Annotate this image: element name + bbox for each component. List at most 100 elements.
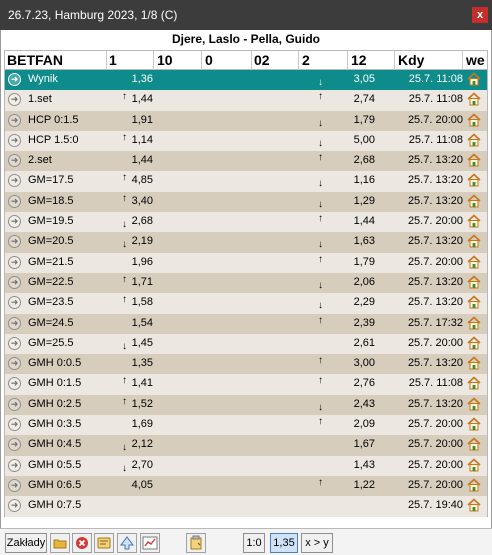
odds-1[interactable]: 2,68 [115,215,153,227]
odds-1[interactable]: 4,05 [115,479,153,491]
home-button[interactable] [467,295,481,309]
table-row[interactable]: ➜ GMH 0:0.5 1,35 ↑ 3,00 25.7. 13:20 [5,354,487,375]
circle-arrow-right-icon[interactable]: ➜ [8,478,21,492]
home-button[interactable] [467,255,481,269]
odds-2[interactable]: 1,43 [315,459,375,471]
circle-arrow-right-icon[interactable]: ➜ [8,499,21,513]
odds-2[interactable]: 2,06 [315,276,375,288]
odds-2[interactable]: 2,68 [315,154,375,166]
odds-1[interactable]: 1,58 [115,296,153,308]
circle-arrow-right-icon[interactable]: ➜ [8,154,21,168]
odds-1[interactable]: 1,91 [115,114,153,126]
table-row[interactable]: ➜ GMH 0:7.5 25.7. 19:40 [5,496,487,517]
home-button[interactable] [467,458,481,472]
table-row[interactable]: ➜ GM=20.5 ↓ 2,19 ↓ 1,63 25.7. 13:20 [5,232,487,253]
odds-1[interactable]: 1,45 [115,337,153,349]
odds-2[interactable]: 1,16 [315,174,375,186]
table-row[interactable]: ➜ HCP 0:1.5 1,91 ↓ 1,79 25.7. 20:00 [5,110,487,131]
odds-2[interactable]: 1,79 [315,256,375,268]
odds-1[interactable]: 1,36 [115,73,153,85]
move-up-button[interactable] [117,533,137,553]
table-row[interactable]: ➜ GMH 0:1.5 ↑ 1,41 ↑ 2,76 25.7. 11:08 [5,374,487,395]
table-row[interactable]: ➜ HCP 1.5:0 ↑ 1,14 ↓ 5,00 25.7. 11:08 [5,130,487,152]
odds-2[interactable]: 2,61 [315,337,375,349]
table-row[interactable]: ➜ GM=18.5 ↑ 3,40 ↓ 1,29 25.7. 13:20 [5,191,487,213]
odds-2[interactable]: 1,79 [315,114,375,126]
header-0[interactable]: 0 [205,52,213,69]
home-button[interactable] [467,153,481,167]
circle-arrow-right-icon[interactable]: ➜ [8,458,21,472]
table-row[interactable]: ➜ GM=21.5 1,96 ↑ 1,79 25.7. 20:00 [5,252,487,273]
table-row[interactable]: ➜ GM=25.5 ↓ 1,45 2,61 25.7. 20:00 [5,333,487,355]
close-button[interactable]: x [472,7,488,23]
odds-2[interactable]: 3,05 [315,73,375,85]
odds-1[interactable]: 1,52 [115,398,153,410]
home-button[interactable] [467,315,481,330]
table-row[interactable]: ➜ GMH 0:2.5 ↑ 1,52 ↓ 2,43 25.7. 13:20 [5,394,487,416]
circle-arrow-right-icon[interactable]: ➜ [8,93,21,107]
odds-1[interactable]: 2,12 [115,438,153,450]
home-button[interactable] [467,437,481,451]
zaklady-button[interactable]: Zakłady [5,533,47,553]
circle-arrow-right-icon[interactable]: ➜ [8,113,21,127]
odds-2[interactable]: 1,44 [315,215,375,227]
odds-1[interactable]: 1,14 [115,134,153,146]
odds-1[interactable]: 2,70 [115,459,153,471]
circle-arrow-right-icon[interactable]: ➜ [8,377,21,391]
header-12[interactable]: 12 [351,52,367,69]
folder-button[interactable] [50,533,70,553]
header-2[interactable]: 2 [302,52,310,69]
home-button[interactable] [467,356,481,370]
table-row[interactable]: ➜ GMH 0:3.5 1,69 ↑ 2,09 25.7. 20:00 [5,415,487,436]
odds-2[interactable]: 2,43 [315,398,375,410]
odds-1[interactable]: 1,54 [115,317,153,329]
circle-arrow-right-icon[interactable]: ➜ [8,418,21,432]
home-button[interactable] [467,478,481,492]
circle-arrow-right-icon[interactable]: ➜ [8,215,21,229]
odds-2[interactable]: 2,09 [315,418,375,430]
odds-1[interactable]: 1,44 [115,93,153,105]
odds-2[interactable]: 5,00 [315,134,375,146]
odds-2[interactable]: 2,74 [315,93,375,105]
header-02[interactable]: 02 [254,52,270,69]
table-row[interactable]: ➜ GM=17.5 ↑ 4,85 ↓ 1,16 25.7. 13:20 [5,171,487,192]
odds-2[interactable]: 2,76 [315,377,375,389]
circle-arrow-right-icon[interactable]: ➜ [8,316,21,330]
home-button[interactable] [467,92,481,106]
odds-1[interactable]: 1,44 [115,154,153,166]
clipboard-button[interactable] [186,533,206,553]
table-row[interactable]: ➜ GMH 0:4.5 ↓ 2,12 1,67 25.7. 20:00 [5,435,487,456]
home-button[interactable] [467,397,481,411]
table-row[interactable]: ➜ GM=23.5 ↑ 1,58 ↓ 2,29 25.7. 13:20 [5,293,487,314]
odds-2[interactable]: 2,29 [315,296,375,308]
circle-arrow-right-icon[interactable]: ➜ [8,73,21,86]
odds-1[interactable]: 1,35 [115,357,153,369]
header-betfan[interactable]: BETFAN [7,52,63,69]
circle-arrow-right-icon[interactable]: ➜ [8,275,21,289]
odds-format-button[interactable]: 1,35 [270,533,298,553]
home-button[interactable] [467,336,481,350]
cancel-button[interactable] [72,533,92,553]
odds-2[interactable]: 1,29 [315,195,375,207]
score-ratio-button[interactable]: 1:0 [243,533,265,553]
header-we[interactable]: we [466,52,485,69]
ticket-button[interactable] [94,533,114,553]
circle-arrow-right-icon[interactable]: ➜ [8,357,21,371]
home-button[interactable] [467,498,481,512]
header-kdy[interactable]: Kdy [398,52,424,69]
odds-2[interactable]: 1,67 [315,438,375,450]
home-button[interactable] [467,113,481,127]
table-row[interactable]: ➜ GM=19.5 ↓ 2,68 ↑ 1,44 25.7. 20:00 [5,212,487,233]
header-1[interactable]: 1 [109,52,117,69]
table-row[interactable]: ➜ 2.set 1,44 ↑ 2,68 25.7. 13:20 [5,151,487,172]
home-button[interactable] [467,417,481,431]
odds-2[interactable]: 1,63 [315,235,375,247]
home-button[interactable] [467,275,481,289]
header-10[interactable]: 10 [157,52,173,69]
odds-2[interactable]: 2,39 [315,317,375,329]
circle-arrow-right-icon[interactable]: ➜ [8,296,21,310]
circle-arrow-right-icon[interactable]: ➜ [8,235,21,249]
odds-1[interactable]: 1,96 [115,256,153,268]
circle-arrow-right-icon[interactable]: ➜ [8,133,21,147]
odds-1[interactable]: 2,19 [115,235,153,247]
